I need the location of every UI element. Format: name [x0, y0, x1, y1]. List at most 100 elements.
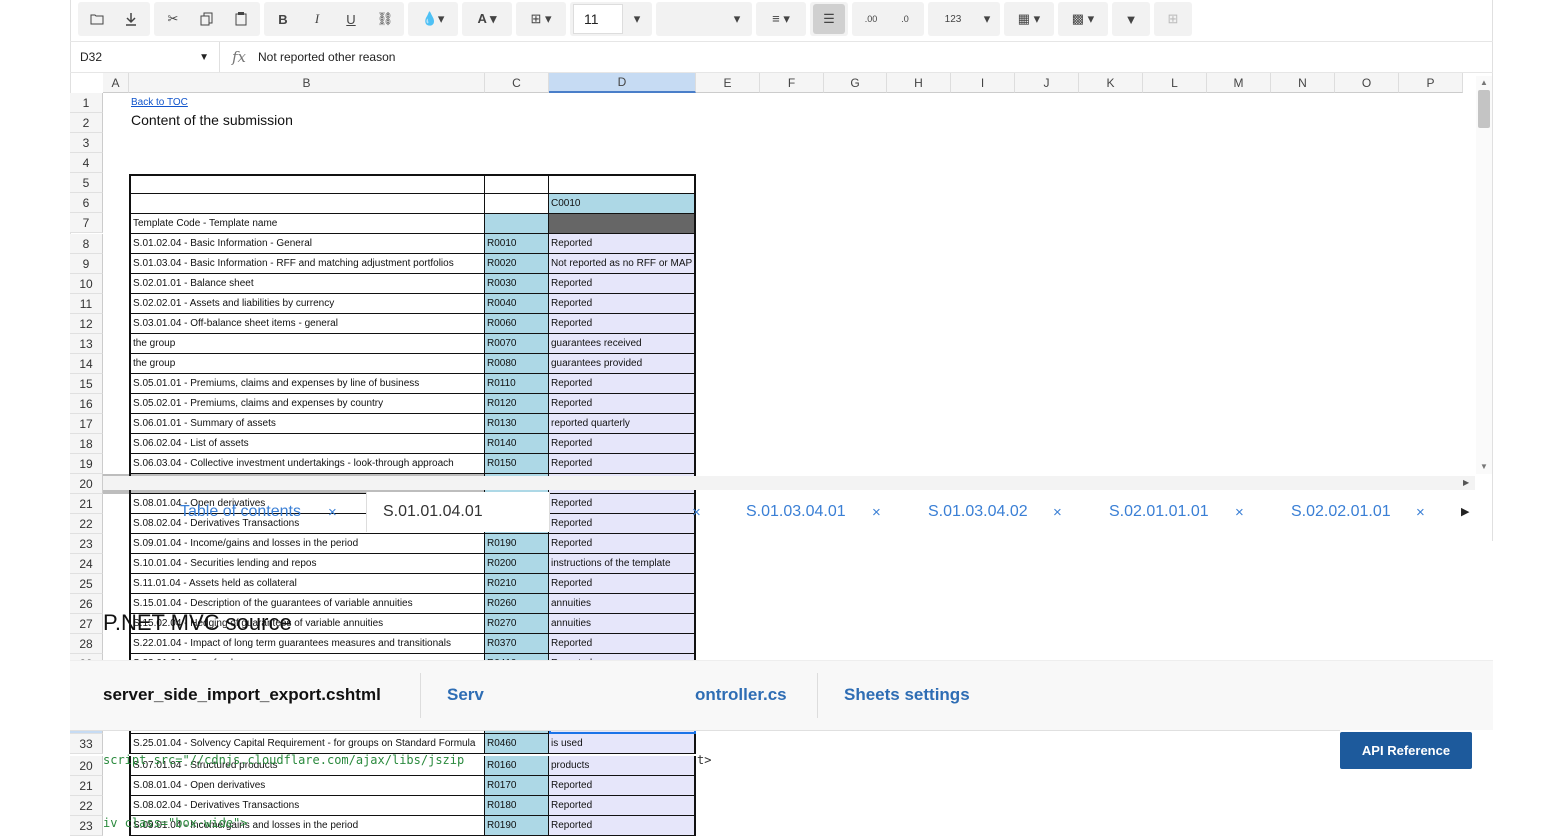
row-header[interactable]: 19: [70, 454, 103, 474]
scroll-up-icon[interactable]: ▲: [1480, 78, 1488, 87]
decrease-decimal-icon[interactable]: .0: [889, 4, 921, 34]
row-header[interactable]: 27: [70, 614, 103, 634]
row-code-cell[interactable]: R0150: [485, 454, 549, 474]
row-code-cell[interactable]: R0190: [485, 534, 549, 554]
template-name-cell[interactable]: S.09.01.04 - Income/gains and losses in …: [129, 534, 485, 554]
row-code-cell[interactable]: R0080: [485, 354, 549, 374]
template-name-cell[interactable]: S.06.03.04 - Collective investment under…: [129, 454, 485, 474]
row-header[interactable]: 33: [70, 734, 103, 754]
increase-decimal-icon[interactable]: .00: [855, 4, 887, 34]
chevron-down-icon[interactable]: ▼: [199, 52, 209, 63]
row-code-cell[interactable]: R0460: [485, 734, 549, 754]
font-size-input[interactable]: 11: [573, 4, 623, 34]
row-code-cell[interactable]: R0190: [485, 816, 549, 836]
row-header[interactable]: 9: [70, 254, 103, 274]
column-header-h[interactable]: H: [887, 73, 951, 93]
row-header[interactable]: 28: [70, 634, 103, 654]
status-cell[interactable]: Reported: [549, 274, 696, 294]
status-cell[interactable]: Reported: [549, 394, 696, 414]
row-header[interactable]: 8: [70, 234, 103, 254]
tab-s01030402[interactable]: S.01.03.04.02: [928, 503, 1028, 521]
template-name-cell[interactable]: S.08.02.04 - Derivatives Transactions: [129, 796, 485, 816]
column-header-l[interactable]: L: [1143, 73, 1207, 93]
column-header-g[interactable]: G: [824, 73, 887, 93]
column-header-j[interactable]: J: [1015, 73, 1079, 93]
column-header-a[interactable]: A: [103, 73, 129, 93]
status-cell[interactable]: Reported: [549, 234, 696, 254]
cut-icon[interactable]: ✂: [157, 4, 189, 34]
template-name-cell[interactable]: S.01.03.04 - Basic Information - RFF and…: [129, 254, 485, 274]
row-header[interactable]: 4: [70, 153, 103, 173]
number-format-button[interactable]: 123 ▾: [928, 2, 1000, 36]
status-cell[interactable]: products: [549, 756, 696, 776]
row-code-cell[interactable]: R0010: [485, 234, 549, 254]
row-code-cell[interactable]: R0040: [485, 294, 549, 314]
row-code-cell[interactable]: R0020: [485, 254, 549, 274]
status-cell[interactable]: Reported: [549, 294, 696, 314]
row-code-cell[interactable]: R0110: [485, 374, 549, 394]
row-header[interactable]: 7: [70, 213, 103, 233]
name-box[interactable]: D32 ▼: [70, 42, 220, 72]
row-code-cell[interactable]: R0140: [485, 434, 549, 454]
tab-service[interactable]: Serv: [447, 685, 484, 705]
open-icon[interactable]: [81, 4, 113, 34]
row-code-cell[interactable]: R0370: [485, 634, 549, 654]
template-name-cell[interactable]: S.06.01.01 - Summary of assets: [129, 414, 485, 434]
italic-icon[interactable]: I: [301, 4, 333, 34]
template-name-cell[interactable]: S.10.01.04 - Securities lending and repo…: [129, 554, 485, 574]
close-icon[interactable]: ×: [692, 504, 701, 521]
row-code-cell[interactable]: R0260: [485, 594, 549, 614]
column-header-d[interactable]: D: [549, 73, 696, 93]
row-header[interactable]: 17: [70, 414, 103, 434]
column-header-e[interactable]: E: [696, 73, 760, 93]
status-cell[interactable]: annuities: [549, 594, 696, 614]
column-header-p[interactable]: P: [1399, 73, 1463, 93]
template-name-cell[interactable]: S.03.01.04 - Off-balance sheet items - g…: [129, 314, 485, 334]
status-cell[interactable]: reported quarterly: [549, 414, 696, 434]
row-header[interactable]: 10: [70, 274, 103, 294]
row-header[interactable]: 16: [70, 394, 103, 414]
template-name-cell[interactable]: S.22.01.04 - Impact of long term guarant…: [129, 634, 485, 654]
link-icon[interactable]: ⛓: [369, 4, 401, 34]
status-cell[interactable]: guarantees received: [549, 334, 696, 354]
column-header-i[interactable]: I: [951, 73, 1015, 93]
row-header[interactable]: 21: [70, 776, 103, 796]
tab-sheets-settings[interactable]: Sheets settings: [844, 685, 970, 705]
column-header-o[interactable]: O: [1335, 73, 1399, 93]
row-code-cell[interactable]: R0210: [485, 574, 549, 594]
row-code-cell[interactable]: R0200: [485, 554, 549, 574]
row-header[interactable]: 1: [70, 93, 103, 113]
status-cell[interactable]: guarantees provided: [549, 354, 696, 374]
header-cell-c5[interactable]: [485, 174, 549, 194]
column-header-b[interactable]: B: [129, 73, 485, 93]
row-header[interactable]: 3: [70, 133, 103, 153]
row-header[interactable]: 20: [70, 474, 103, 494]
column-header-n[interactable]: N: [1271, 73, 1335, 93]
column-header-m[interactable]: M: [1207, 73, 1271, 93]
row-header[interactable]: 23: [70, 816, 103, 836]
close-icon[interactable]: ×: [328, 504, 337, 521]
tab-import-export-cshtml[interactable]: server_side_import_export.cshtml: [103, 685, 381, 705]
status-cell[interactable]: Reported: [549, 314, 696, 334]
scroll-right-icon[interactable]: ▶: [1463, 478, 1469, 487]
template-name-cell[interactable]: S.08.01.04 - Open derivatives: [129, 776, 485, 796]
row-header[interactable]: 23: [70, 534, 103, 554]
freeze-button[interactable]: ⊞: [1154, 2, 1192, 36]
row-header[interactable]: 14: [70, 354, 103, 374]
row-code-cell[interactable]: R0170: [485, 776, 549, 796]
row-code-cell[interactable]: R0270: [485, 614, 549, 634]
conditional-format-button[interactable]: ▩ ▾: [1058, 2, 1108, 36]
tab-s01030401[interactable]: S.01.03.04.01: [746, 503, 846, 521]
column-header-c[interactable]: C: [485, 73, 549, 93]
tab-controller[interactable]: ontroller.cs: [695, 685, 787, 705]
status-cell[interactable]: Reported: [549, 534, 696, 554]
tab-table-of-contents[interactable]: Table of contents: [180, 503, 301, 521]
row-header[interactable]: 18: [70, 434, 103, 454]
row-code-cell[interactable]: R0160: [485, 756, 549, 776]
row-code-cell[interactable]: R0180: [485, 796, 549, 816]
row-header[interactable]: 25: [70, 574, 103, 594]
horizontal-scrollbar[interactable]: [103, 476, 1475, 490]
api-reference-button[interactable]: API Reference: [1340, 732, 1472, 769]
template-name-cell[interactable]: S.05.02.01 - Premiums, claims and expens…: [129, 394, 485, 414]
row-header[interactable]: 13: [70, 334, 103, 354]
